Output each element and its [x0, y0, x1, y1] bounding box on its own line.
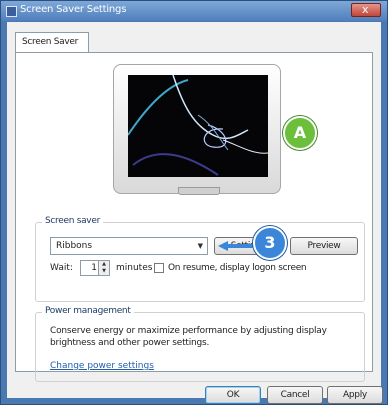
callout-badge-3: 3 [253, 226, 287, 260]
screen-saver-selected: Ribbons [56, 241, 93, 251]
minutes-label: minutes [116, 263, 153, 273]
dialog-client: Screen Saver A Screen saver Ribbons ▼ Pr… [7, 22, 383, 404]
callout-badge-a: A [283, 116, 317, 150]
resume-logon-checkbox[interactable] [154, 263, 164, 273]
cancel-button[interactable]: Cancel [267, 386, 323, 404]
spinner-arrows-icon[interactable]: ▲ ▼ [98, 261, 109, 275]
screen-saver-group: Screen saver Ribbons ▼ Settings Preview … [35, 216, 365, 302]
monitor-preview [113, 64, 281, 195]
wait-label: Wait: [50, 263, 73, 273]
monitor-stand [178, 187, 220, 195]
wait-value: 1 [91, 263, 97, 273]
ok-button[interactable]: OK [205, 386, 261, 404]
change-power-settings-link[interactable]: Change power settings [50, 361, 154, 371]
power-description: Conserve energy or maximize performance … [50, 326, 327, 348]
wait-spinner[interactable]: 1 ▲ ▼ [80, 260, 110, 276]
ribbons-preview [128, 75, 268, 176]
title-bar[interactable]: Screen Saver Settings x [1, 1, 387, 21]
tab-screen-saver[interactable]: Screen Saver [15, 32, 89, 53]
screen-saver-dropdown[interactable]: Ribbons ▼ [50, 237, 208, 255]
chevron-down-icon: ▼ [197, 242, 203, 250]
preview-screen [128, 75, 268, 177]
screen-saver-settings-window: Screen Saver Settings x Screen Saver A S… [0, 0, 388, 405]
power-management-group: Power management Conserve energy or maxi… [35, 306, 365, 382]
power-management-title: Power management [42, 306, 134, 316]
screen-saver-group-title: Screen saver [42, 216, 103, 226]
close-button[interactable]: x [351, 3, 381, 17]
close-icon: x [362, 3, 369, 16]
app-icon [6, 6, 17, 17]
window-title: Screen Saver Settings [20, 4, 127, 15]
apply-button[interactable]: Apply [327, 386, 383, 404]
resume-logon-label[interactable]: On resume, display logon screen [168, 263, 307, 273]
preview-button[interactable]: Preview [290, 237, 358, 255]
